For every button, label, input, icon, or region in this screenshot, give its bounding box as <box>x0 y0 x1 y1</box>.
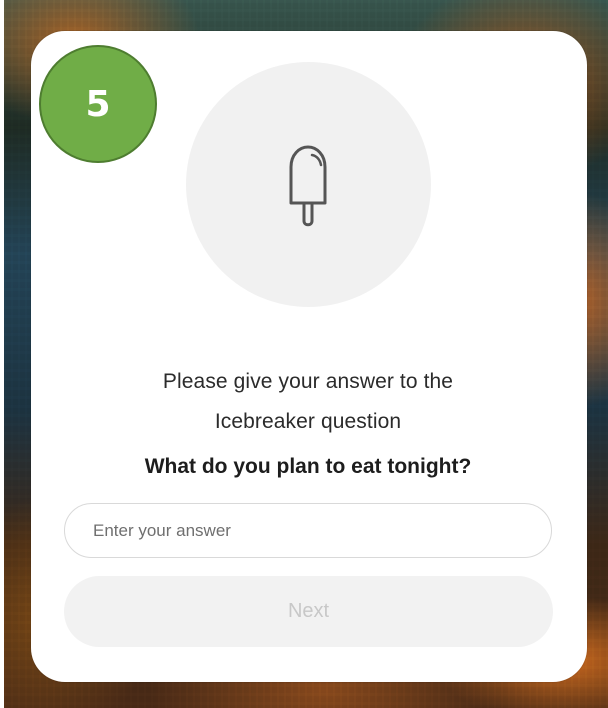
answer-input[interactable] <box>64 503 552 558</box>
popsicle-icon <box>289 145 327 227</box>
instruction-line-2: Icebreaker question <box>214 410 402 433</box>
instruction-text: Please give your answer to the Icebreake… <box>120 362 496 442</box>
next-button[interactable]: Next <box>64 576 553 647</box>
icebreaker-question: What do you plan to eat tonight? <box>144 455 472 478</box>
step-number-badge: 5 <box>39 45 157 163</box>
instruction-line-1: Please give your answer to the <box>162 370 454 393</box>
